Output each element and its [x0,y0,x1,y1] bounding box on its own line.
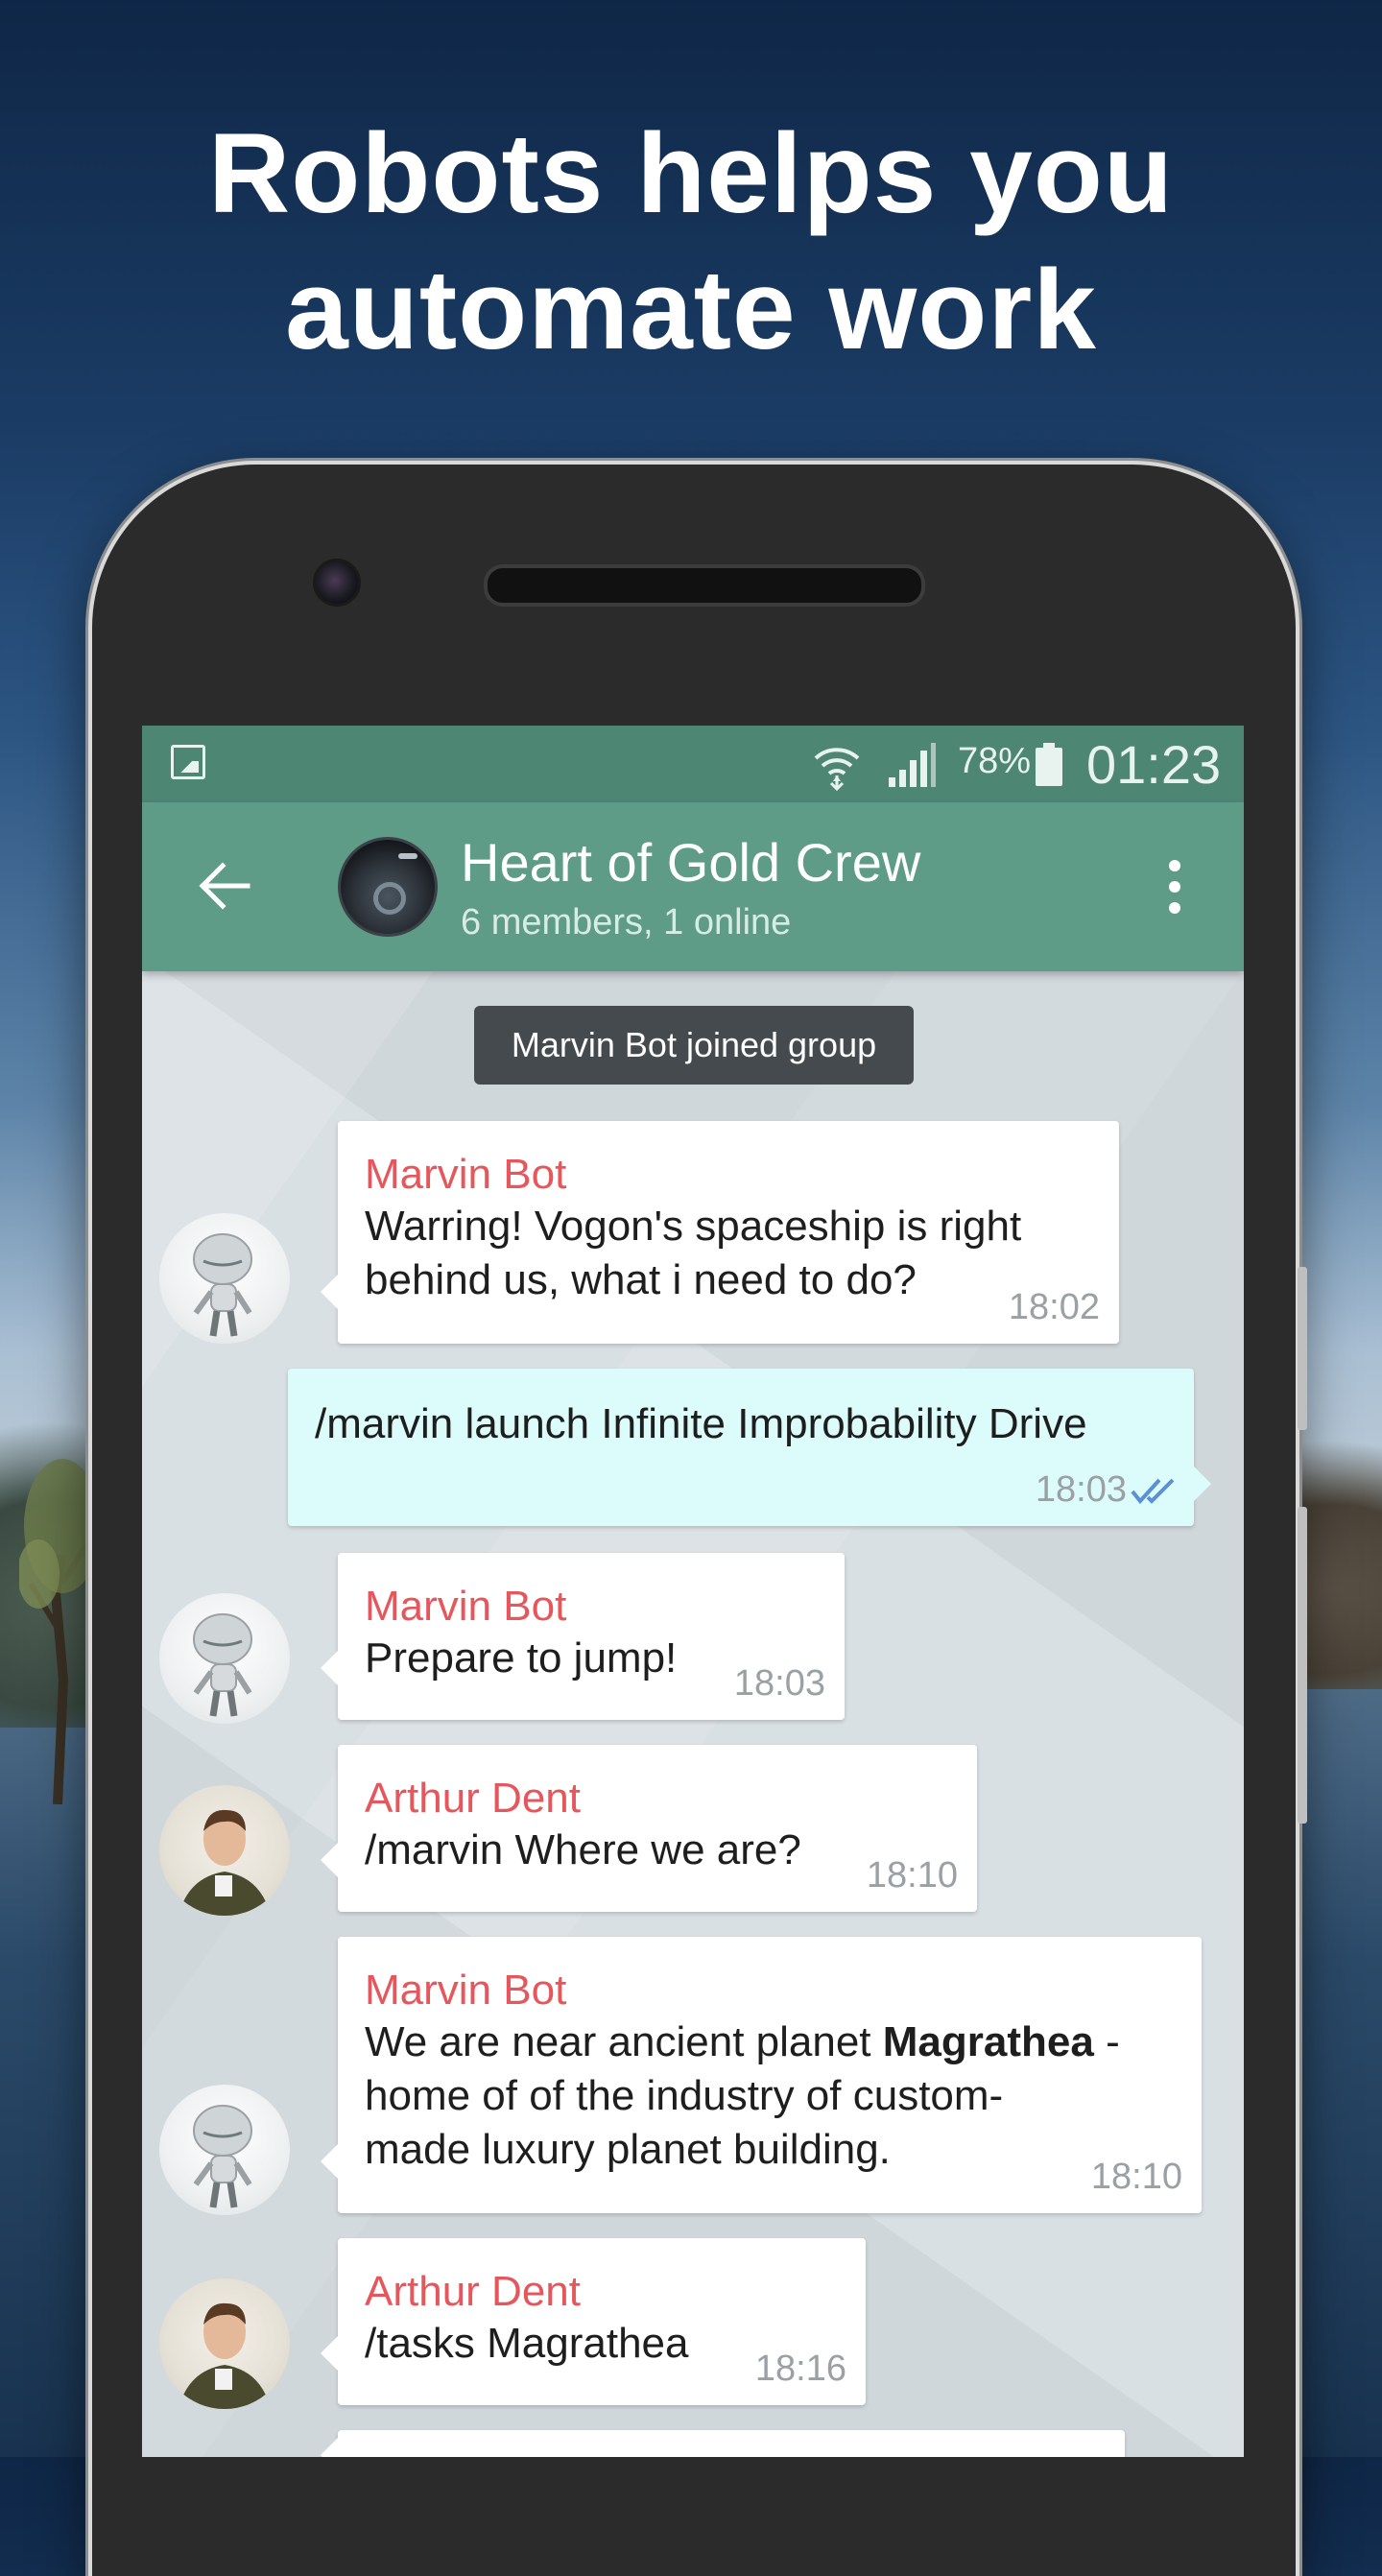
headline-line-1: Robots helps you [208,110,1174,237]
front-camera [313,559,361,607]
message-time: 18:02 [1008,1287,1100,1327]
message-bubble[interactable]: Marvin Bot Prepare to jump! 18:03 [321,1553,845,1720]
chat-title[interactable]: Heart of Gold Crew [461,831,920,894]
chat-header: Heart of Gold Crew 6 members, 1 online [142,802,1244,971]
battery-percent: 78% [958,741,1032,781]
human-avatar[interactable] [159,2278,290,2409]
message-bubble[interactable]: Arthur Dent /marvin Where we are? 18:10 [321,1745,977,1912]
double-check-icon [1131,1478,1175,1505]
message-time: 18:03 [733,1663,825,1704]
person-figure [179,2302,271,2409]
message-time: 18:03 [1035,1469,1127,1510]
group-avatar[interactable] [338,837,438,937]
robot-avatar[interactable] [159,1593,290,1724]
message-sender[interactable]: Arthur Dent [365,1774,950,1824]
message-sender[interactable]: Marvin Bot [365,1582,818,1632]
earpiece-speaker [484,564,925,607]
message-text: We are near ancient planet Magrathea - h… [365,2018,1120,2173]
back-arrow-icon[interactable] [198,862,251,910]
message-bubble[interactable]: Arthur Dent /tasks Magrathea 18:16 [321,2238,866,2405]
message-bubble[interactable]: Marvin Bot We are near ancient planet Ma… [321,1937,1202,2213]
message-text: Warring! Vogon's spaceship is right behi… [365,1203,1022,1303]
message-sender[interactable]: Arthur Dent [365,2267,839,2317]
phone-volume-button [1298,1507,1307,1824]
phone-screen: 78% 01:23 Heart of Gold Crew 6 members, … [142,726,1244,2457]
message-text: /marvin Where we are? [365,1826,801,1873]
chat-subtitle: 6 members, 1 online [461,902,792,942]
message-time: 18:16 [754,2349,846,2389]
person-figure [179,1809,271,1916]
message-time: 18:10 [866,1855,958,1896]
message-sender[interactable]: Marvin Bot [365,1966,1175,2015]
battery-icon [1036,743,1062,786]
message-text: /marvin launch Infinite Improbability Dr… [315,1400,1087,1447]
promo-headline: Robots helps you automate work [0,106,1382,378]
bold-planet-name: Magrathea [882,2018,1094,2065]
human-avatar[interactable] [159,1785,290,1916]
robot-figure [193,1233,252,1337]
phone-side-button [1298,1267,1307,1430]
robot-avatar[interactable] [159,1213,290,1344]
message-sender[interactable]: Marvin Bot [365,1150,1092,1200]
robot-figure [193,1613,252,1717]
message-bubble-partial[interactable] [321,2430,1125,2457]
more-options-icon[interactable] [1165,860,1184,918]
wifi-icon [814,748,860,791]
robot-figure [193,2105,252,2208]
service-message: Marvin Bot joined group [474,1006,914,1085]
outgoing-message-bubble[interactable]: /marvin launch Infinite Improbability Dr… [288,1369,1211,1526]
status-bar: 78% 01:23 [142,726,1244,802]
status-time: 01:23 [1086,734,1222,795]
headline-line-2: automate work [285,247,1097,373]
message-bubble[interactable]: Marvin Bot Warring! Vogon's spaceship is… [321,1121,1119,1344]
image-icon [171,745,205,779]
robot-avatar[interactable] [159,2085,290,2215]
signal-icon [889,743,936,787]
message-time: 18:10 [1090,2157,1182,2197]
